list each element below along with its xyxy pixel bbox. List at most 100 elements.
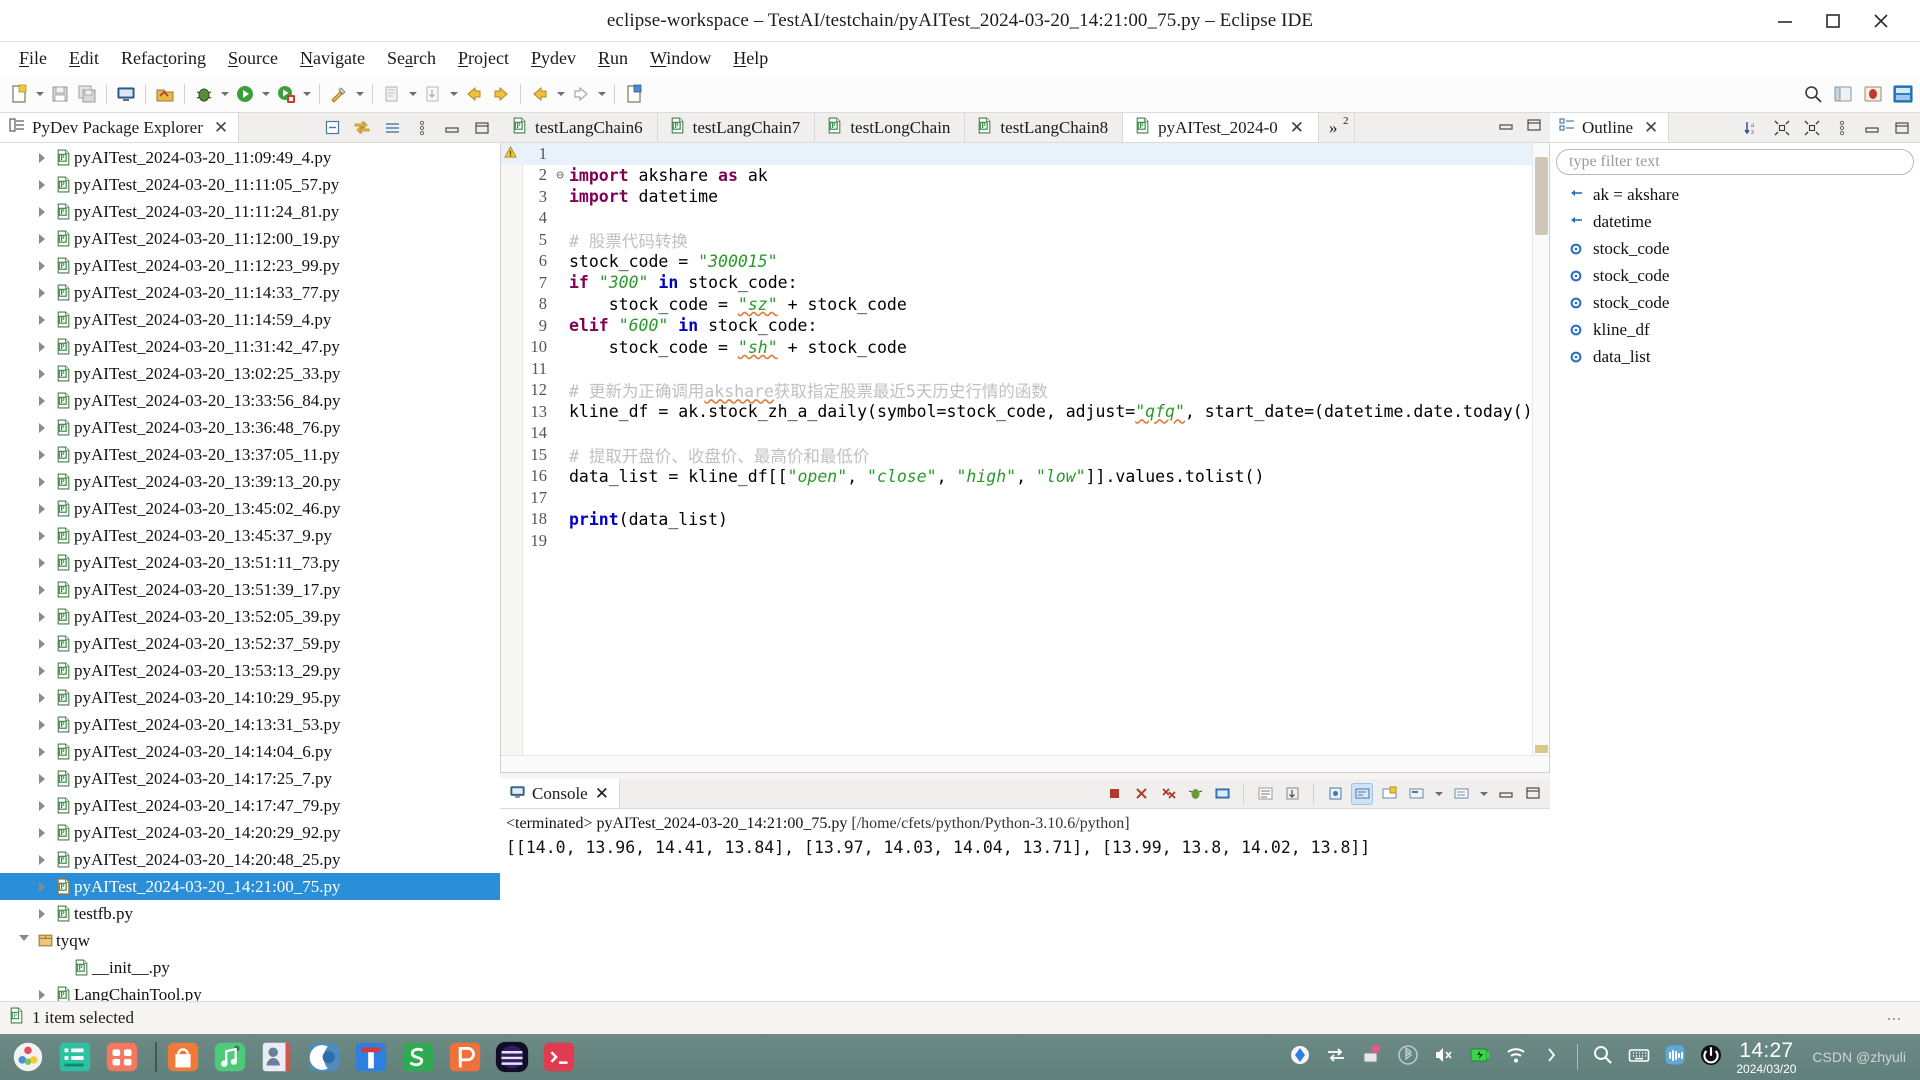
next-annotation-dropdown-caret[interactable] (447, 82, 460, 106)
tree-item[interactable]: PpyAITest_2024-03-20_11:12:00_19.py (0, 225, 500, 252)
code-line[interactable]: 13 kline_df = ak.stock_zh_a_daily(symbol=… (501, 401, 1533, 423)
resize-grip[interactable] (1874, 1011, 1914, 1027)
expand-arrow-icon[interactable] (32, 233, 52, 244)
tree-item[interactable]: PpyAITest_2024-03-20_11:11:05_57.py (0, 171, 500, 198)
tree-item[interactable]: PpyAITest_2024-03-20_14:14:04_6.py (0, 738, 500, 765)
minimize-icon[interactable] (1495, 783, 1517, 805)
outline-filter-input[interactable]: type filter text (1556, 149, 1914, 175)
skip-breakpoints-dropdown-caret[interactable] (406, 82, 419, 106)
expand-arrow-icon[interactable] (32, 152, 52, 163)
taskbar-app-eclipse-ide[interactable] (492, 1038, 532, 1076)
tray-expand-icon[interactable] (1541, 1044, 1563, 1071)
tree-item[interactable]: PpyAITest_2024-03-20_13:52:05_39.py (0, 603, 500, 630)
back-icon[interactable] (461, 81, 487, 107)
code-line[interactable]: 12 # 更新为正确调用akshare获取指定股票最近5天历史行情的函数 (501, 380, 1532, 401)
open-console-icon[interactable] (1211, 783, 1233, 805)
tree-item[interactable]: PpyAITest_2024-03-20_14:10:29_95.py (0, 684, 500, 711)
external-tools-dropdown-caret[interactable] (353, 82, 366, 106)
outline-item[interactable]: stock_code (1550, 235, 1920, 262)
tree-item[interactable]: PpyAITest_2024-03-20_13:02:25_33.py (0, 360, 500, 387)
expand-arrow-icon[interactable] (32, 638, 52, 649)
tab-outline[interactable]: Outline ✕ (1550, 113, 1670, 142)
console-icon[interactable] (113, 81, 139, 107)
code-line[interactable]: 19 (501, 530, 1532, 552)
sound-mixer-icon[interactable] (1664, 1044, 1686, 1071)
expand-arrow-icon[interactable] (32, 800, 52, 811)
tree-item[interactable]: tyqw (0, 927, 500, 954)
new-pydev-project-icon[interactable] (621, 81, 647, 107)
expand-arrow-icon[interactable] (32, 287, 52, 298)
wifi-icon[interactable] (1505, 1044, 1527, 1071)
editor-tab-pyaitest-2024-0[interactable]: PpyAITest_2024-0 ✕ (1123, 113, 1320, 142)
editor-code-content[interactable]: 1 2 ⊖ import akshare as ak 3 import datetime 4… (501, 143, 1532, 755)
editor-tab-testlangchain8[interactable]: PtestLangChain8 (965, 113, 1124, 142)
code-line[interactable]: 2 ⊖ import akshare as ak (501, 165, 1532, 187)
outline-item[interactable]: stock_code (1550, 289, 1920, 316)
taskbar-app-app-store[interactable] (163, 1038, 203, 1076)
code-line[interactable]: 14 (501, 423, 1532, 445)
run-dropdown-caret[interactable] (259, 82, 272, 106)
debug-console-icon[interactable] (1184, 783, 1206, 805)
sort-az-icon[interactable]: az (1742, 118, 1762, 138)
tree-item[interactable]: PpyAITest_2024-03-20_11:12:23_99.py (0, 252, 500, 279)
tree-item[interactable]: PpyAITest_2024-03-20_14:20:48_25.py (0, 846, 500, 873)
tree-item[interactable]: PpyAITest_2024-03-20_13:33:56_84.py (0, 387, 500, 414)
taskbar-app-contacts[interactable] (257, 1038, 297, 1076)
package-explorer-tree[interactable]: PpyAITest_2024-03-20_11:09:49_4.py PpyAIT… (0, 144, 500, 1001)
external-tools-icon[interactable] (326, 81, 352, 107)
code-line[interactable]: 3 import datetime (501, 186, 1532, 208)
menu-refactoring[interactable]: Refactoring (110, 45, 217, 72)
run-icon[interactable] (232, 81, 258, 107)
save-icon[interactable] (47, 81, 73, 107)
expand-arrow-icon[interactable] (32, 557, 52, 568)
new-file-dropdown-caret[interactable] (33, 82, 46, 106)
menu-file[interactable]: File (8, 45, 58, 72)
expand-arrow-icon[interactable] (32, 719, 52, 730)
dropdown-caret-icon[interactable] (1477, 782, 1490, 806)
minimize-button[interactable] (1774, 10, 1796, 32)
skip-breakpoints-icon[interactable] (379, 81, 405, 107)
tree-item[interactable]: P LangChainTool.py (0, 981, 500, 1001)
expand-arrow-icon[interactable] (32, 422, 52, 433)
menu-run[interactable]: Run (587, 45, 639, 72)
expand-arrow-icon[interactable] (32, 395, 52, 406)
next-edit-icon[interactable] (568, 81, 594, 107)
save-all-icon[interactable] (74, 81, 100, 107)
tree-item[interactable]: PpyAITest_2024-03-20_14:20:29_92.py (0, 819, 500, 846)
fold-marker[interactable]: ⊖ (553, 168, 567, 183)
expand-arrow-icon[interactable] (32, 854, 52, 865)
taskbar-app-wps-spreadsheet[interactable] (398, 1038, 438, 1076)
link-with-editor-icon[interactable] (352, 118, 372, 138)
collapse-arrow-icon[interactable] (14, 935, 34, 946)
expand-arrow-icon[interactable] (32, 989, 52, 1000)
taskbar-app-files-manager[interactable] (55, 1038, 95, 1076)
menu-project[interactable]: Project (447, 45, 520, 72)
view-dots-icon[interactable] (1832, 118, 1852, 138)
code-line[interactable]: 5 # 股票代码转换 (501, 229, 1532, 251)
editor-overview-marker[interactable] (1535, 745, 1548, 753)
expand-arrow-icon[interactable] (32, 530, 52, 541)
menu-source[interactable]: Source (217, 45, 289, 72)
tree-item[interactable]: PpyAITest_2024-03-20_13:53:13_29.py (0, 657, 500, 684)
maximize-icon[interactable] (1526, 117, 1542, 138)
coverage-dropdown-caret[interactable] (300, 82, 313, 106)
show-console-icon[interactable] (1351, 782, 1373, 805)
coverage-icon[interactable] (273, 81, 299, 107)
expand-arrow-icon[interactable] (32, 179, 52, 190)
expand-arrow-icon[interactable] (32, 665, 52, 676)
code-line[interactable]: 8 stock_code = "sz" + stock_code (501, 294, 1532, 316)
outline-item[interactable]: data_list (1550, 343, 1920, 370)
minimize-icon[interactable] (442, 118, 462, 138)
tree-item[interactable]: PpyAITest_2024-03-20_11:31:42_47.py (0, 333, 500, 360)
perspective-java-icon[interactable] (1830, 81, 1856, 107)
taskbar-app-wps-writer[interactable] (351, 1038, 391, 1076)
bluetooth-icon[interactable] (1397, 1044, 1419, 1071)
view-dots-icon[interactable] (412, 118, 432, 138)
taskbar-clock[interactable]: 14:27 2024/03/20 (1736, 1040, 1796, 1075)
tree-item[interactable]: PpyAITest_2024-03-20_13:51:11_73.py (0, 549, 500, 576)
code-line[interactable]: 9 elif "600" in stock_code: (501, 315, 1532, 337)
collapse-all-icon[interactable] (1772, 118, 1792, 138)
menu-edit[interactable]: Edit (58, 45, 110, 72)
perspective-pydev-icon[interactable] (1890, 81, 1916, 107)
code-line[interactable]: 16 data_list = kline_df[["open", "close",… (501, 466, 1532, 488)
